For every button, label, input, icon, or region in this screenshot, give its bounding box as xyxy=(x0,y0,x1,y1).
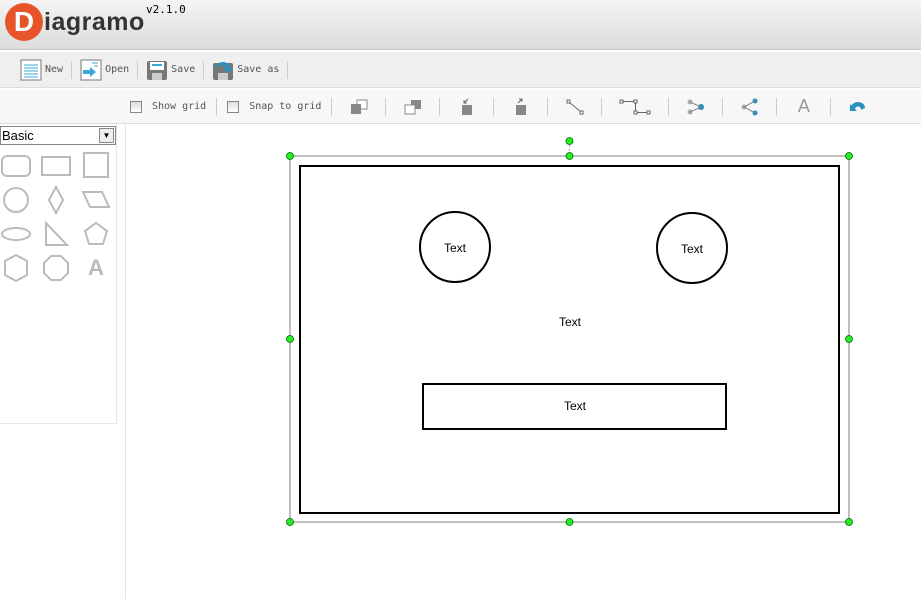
straight-connector-icon xyxy=(566,99,584,114)
resize-handle-se[interactable] xyxy=(845,518,853,526)
show-grid-checkbox[interactable] xyxy=(130,100,142,113)
logo-text: iagramo xyxy=(44,7,145,36)
straight-connector-button[interactable] xyxy=(548,98,601,116)
file-toolbar: New Open Save Save as xyxy=(0,52,921,88)
right-triangle-shape[interactable] xyxy=(40,219,72,249)
snap-to-grid-checkbox[interactable] xyxy=(227,100,240,113)
rounded-rectangle-shape[interactable] xyxy=(0,151,32,181)
octagon-shape[interactable] xyxy=(40,253,72,283)
jagged-connector-icon xyxy=(619,99,651,114)
send-to-back-button[interactable] xyxy=(386,98,439,116)
snap-to-grid-label: Snap to grid xyxy=(249,101,322,112)
square-shape[interactable] xyxy=(80,151,112,181)
new-button[interactable]: New xyxy=(12,59,71,81)
jagged-connector-button[interactable] xyxy=(602,98,668,116)
parallelogram-shape[interactable] xyxy=(80,185,112,215)
resize-handle-n[interactable] xyxy=(565,152,574,160)
group-button[interactable] xyxy=(669,98,722,116)
save-as-icon xyxy=(213,61,234,80)
header: D iagramo v2.1.0 xyxy=(0,0,921,50)
diamond-shape[interactable] xyxy=(40,185,72,215)
separator xyxy=(287,60,289,79)
resize-handle-w[interactable] xyxy=(286,335,294,343)
version-label: v2.1.0 xyxy=(146,3,186,16)
resize-handle-ne[interactable] xyxy=(845,152,853,160)
resize-handle-sw[interactable] xyxy=(286,518,294,526)
selection-box xyxy=(289,155,850,523)
logo-mark: D xyxy=(5,3,43,41)
resize-handle-e[interactable] xyxy=(845,335,853,343)
open-button[interactable]: Open xyxy=(72,59,137,81)
chevron-down-icon[interactable]: ▼ xyxy=(99,128,114,143)
snap-to-grid-toggle[interactable]: Snap to grid xyxy=(217,100,331,113)
add-text-button[interactable]: A xyxy=(777,96,830,117)
logo: D iagramo xyxy=(5,3,145,41)
text-shape[interactable]: A xyxy=(80,253,112,283)
bring-to-front-button[interactable] xyxy=(332,98,385,116)
diagram-svg xyxy=(286,137,853,526)
sidebar: Basic ▼ A xyxy=(0,124,126,599)
group-icon xyxy=(687,99,704,114)
pentagon-shape[interactable] xyxy=(80,219,112,249)
move-forward-icon xyxy=(515,98,526,115)
ungroup-icon xyxy=(741,98,758,115)
circle-shape[interactable] xyxy=(0,185,32,215)
save-button[interactable]: Save xyxy=(138,59,203,81)
edit-toolbar: Show grid Snap to grid A xyxy=(0,90,921,124)
rectangle-text[interactable]: Text xyxy=(564,399,586,413)
resize-handle-s[interactable] xyxy=(565,518,574,526)
save-label: Save xyxy=(171,64,196,75)
undo-icon xyxy=(849,101,865,111)
circle-right-text[interactable]: Text xyxy=(681,242,703,256)
new-label: New xyxy=(45,64,64,75)
undo-button[interactable] xyxy=(831,98,884,116)
resize-handle-nw[interactable] xyxy=(286,152,294,160)
circle-left-text[interactable]: Text xyxy=(444,241,466,255)
move-backward-icon xyxy=(461,98,472,115)
save-as-label: Save as xyxy=(237,64,280,75)
save-as-button[interactable]: Save as xyxy=(204,59,287,81)
open-label: Open xyxy=(105,64,130,75)
diagram-canvas[interactable]: Text Text Text Text xyxy=(126,124,921,599)
show-grid-toggle[interactable]: Show grid xyxy=(120,100,216,113)
ellipse-shape[interactable] xyxy=(0,219,32,249)
shape-set-value: Basic xyxy=(2,128,34,143)
container-rectangle[interactable] xyxy=(299,165,840,514)
rotate-handle[interactable] xyxy=(565,137,574,145)
move-backward-button[interactable] xyxy=(440,98,493,116)
save-icon xyxy=(147,60,168,80)
open-icon xyxy=(80,59,102,80)
send-to-back-icon xyxy=(404,99,421,114)
text-icon: A xyxy=(797,96,810,116)
center-text[interactable]: Text xyxy=(559,315,581,329)
bring-to-front-icon xyxy=(350,99,368,114)
ungroup-button[interactable] xyxy=(723,98,776,116)
shape-set-select[interactable]: Basic ▼ xyxy=(0,126,116,145)
show-grid-label: Show grid xyxy=(152,101,207,112)
hexagon-shape[interactable] xyxy=(0,253,32,283)
rectangle-shape[interactable] xyxy=(40,151,72,181)
move-forward-button[interactable] xyxy=(494,98,547,116)
new-icon xyxy=(20,59,42,80)
shapes-panel: Basic ▼ A xyxy=(0,124,117,424)
